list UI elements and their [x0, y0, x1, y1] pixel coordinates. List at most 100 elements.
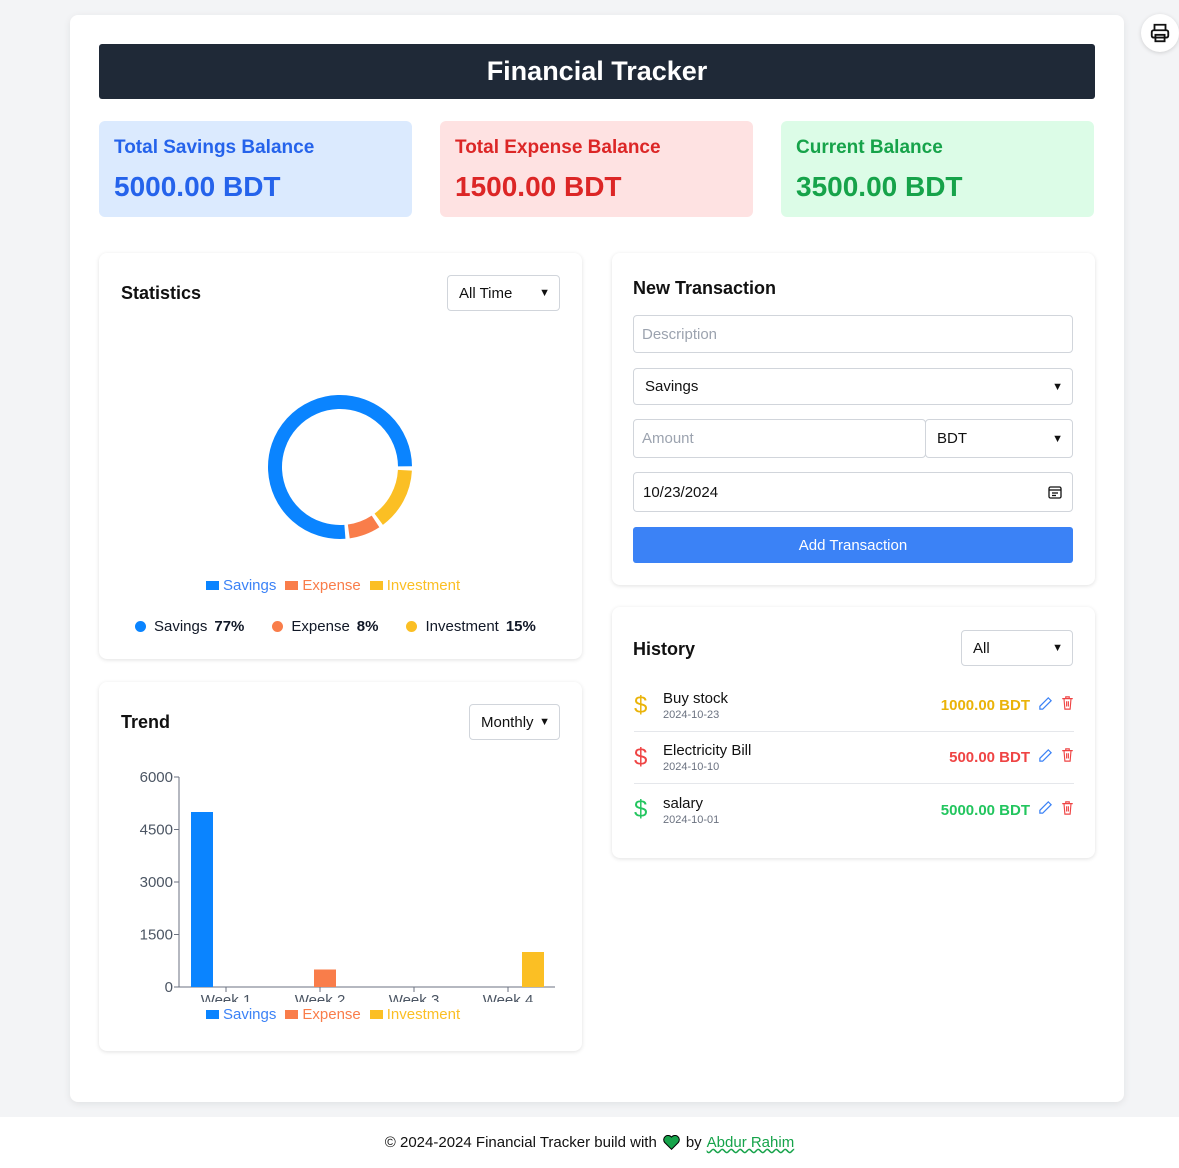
savings-balance-card: Total Savings Balance 5000.00 BDT	[99, 121, 412, 217]
trend-period-value: Monthly	[481, 713, 534, 731]
savings-balance-value: 5000.00 BDT	[114, 171, 281, 202]
savings-balance-label: Total Savings Balance	[114, 137, 315, 158]
percentage-summary: Savings 77% Expense 8% Investment 15%	[135, 618, 564, 635]
savings-dot	[135, 621, 146, 632]
legend-label: Expense	[302, 1006, 361, 1023]
legend-swatch	[206, 1010, 219, 1019]
new-transaction-panel: New Transaction Description Savings ▼ Am…	[612, 253, 1095, 585]
print-button[interactable]	[1141, 14, 1179, 52]
trend-bar-chart: 0 1500 3000 4500 6000 Week 1 Week 2 Week 3 Week …	[140, 769, 555, 1002]
history-filter-select[interactable]: All ▼	[961, 630, 1073, 666]
legend-expense[interactable]: Expense	[285, 1006, 361, 1023]
legend-swatch	[285, 1010, 299, 1019]
history-item-date: 2024-10-10	[663, 761, 720, 773]
currency-value: BDT	[937, 430, 967, 447]
legend-label: Investment	[386, 577, 461, 594]
chevron-down-icon: ▼	[1052, 432, 1063, 445]
history-item-actions	[1038, 748, 1074, 768]
current-balance-card: Current Balance 3500.00 BDT	[781, 121, 1094, 217]
savings-percentage: Savings 77%	[135, 618, 244, 635]
chevron-down-icon: ▼	[539, 287, 550, 299]
app-header: Financial Tracker	[99, 44, 1095, 99]
legend-savings[interactable]: Savings	[206, 577, 276, 594]
legend-investment[interactable]: Investment	[369, 577, 461, 594]
expense-balance-label: Total Expense Balance	[455, 137, 661, 158]
donut-slice-investment[interactable]	[374, 469, 412, 525]
chevron-down-icon: ▼	[539, 716, 550, 728]
amount-input[interactable]: Amount	[633, 419, 926, 458]
legend-investment[interactable]: Investment	[369, 1006, 460, 1023]
pct-value: 8%	[356, 618, 379, 635]
current-balance-label: Current Balance	[796, 137, 943, 158]
y-tick-label: 0	[165, 979, 173, 996]
investment-percentage: Investment 15%	[406, 618, 536, 635]
date-input[interactable]: 10/23/2024	[633, 472, 1073, 512]
history-item-amount: 500.00 BDT	[949, 749, 1030, 766]
history-item-date: 2024-10-01	[663, 813, 720, 826]
chevron-down-icon: ▼	[1052, 642, 1063, 654]
history-filter-value: All	[973, 639, 990, 657]
calendar-icon[interactable]	[1048, 485, 1062, 503]
legend-label: Savings	[223, 1006, 277, 1023]
add-transaction-button[interactable]: Add Transaction	[633, 527, 1073, 563]
history-item-actions	[1038, 696, 1074, 716]
y-tick-label: 1500	[140, 927, 173, 944]
y-tick-label: 3000	[140, 874, 173, 891]
bar-expense-week-2[interactable]	[314, 969, 336, 988]
history-item-description: salary	[663, 794, 704, 812]
date-value: 10/23/2024	[643, 483, 719, 501]
pct-value: 15%	[505, 618, 536, 635]
edit-icon[interactable]	[1038, 696, 1053, 716]
transaction-type-select[interactable]: Savings ▼	[633, 368, 1073, 405]
history-item-info: salary 2024-10-01	[663, 795, 719, 826]
edit-icon[interactable]	[1038, 800, 1053, 820]
bar-investment-week-4[interactable]	[522, 952, 544, 987]
author-link[interactable]: Abdur Rahim	[707, 1134, 795, 1151]
legend-swatch	[369, 581, 383, 590]
edit-icon[interactable]	[1038, 748, 1053, 768]
legend-label: Expense	[302, 577, 361, 594]
legend-label: Savings	[223, 577, 277, 594]
statistics-title: Statistics	[121, 283, 202, 303]
x-tick-label: Week 1	[201, 992, 252, 1002]
app-container: Financial Tracker Total Savings Balance …	[70, 15, 1124, 1102]
x-tick-label: Week 3	[389, 992, 440, 1002]
app-title: Financial Tracker	[486, 56, 708, 86]
trash-icon[interactable]	[1061, 800, 1074, 820]
legend-swatch	[206, 581, 219, 590]
trend-title: Trend	[121, 712, 171, 732]
history-item-info: Electricity Bill 2024-10-10	[663, 742, 751, 773]
donut-chart	[268, 395, 412, 539]
bar-savings-week-1[interactable]	[191, 812, 213, 987]
legend-expense[interactable]: Expense	[285, 577, 361, 594]
trend-period-select[interactable]: Monthly ▼	[469, 704, 560, 740]
chevron-down-icon: ▼	[1052, 380, 1063, 393]
legend-swatch	[369, 1010, 383, 1019]
donut-slice-expense[interactable]	[347, 515, 380, 539]
dollar-icon: $	[634, 743, 648, 771]
expense-percentage: Expense 8%	[272, 618, 378, 635]
statistics-panel: Statistics All Time ▼ Savings Expense In…	[99, 253, 582, 659]
pct-label: Expense	[291, 618, 350, 635]
y-tick-label: 4500	[140, 822, 173, 839]
history-item-description: Electricity Bill	[663, 742, 752, 759]
pct-label: Savings	[154, 618, 208, 635]
trash-icon[interactable]	[1061, 748, 1074, 767]
currency-select[interactable]: BDT ▼	[925, 419, 1073, 458]
legend-swatch	[285, 581, 299, 590]
footer-text: © 2024-2024 Financial Tracker build with	[384, 1134, 657, 1151]
history-item-amount: 1000.00 BDT	[940, 697, 1030, 714]
expense-balance-card: Total Expense Balance 1500.00 BDT	[440, 121, 753, 217]
trash-icon[interactable]	[1061, 696, 1074, 715]
x-tick-label: Week 2	[295, 992, 346, 1002]
statistics-period-select[interactable]: All Time ▼	[447, 275, 560, 311]
footer: © 2024-2024 Financial Tracker build with…	[0, 1117, 1179, 1168]
legend-savings[interactable]: Savings	[206, 1006, 276, 1023]
history-item: $ Buy stock 2024-10-23 1000.00 BDT	[634, 680, 1074, 732]
amount-placeholder: Amount	[642, 430, 694, 447]
current-balance-value: 3500.00 BDT	[796, 171, 963, 202]
expense-dot	[272, 621, 284, 632]
trend-panel: Trend Monthly ▼ 0 1500 3000 4500 6000 Week 1 W…	[99, 682, 582, 1051]
description-input[interactable]: Description	[633, 315, 1073, 353]
history-item: $ salary 2024-10-01 5000.00 BDT	[634, 784, 1074, 836]
